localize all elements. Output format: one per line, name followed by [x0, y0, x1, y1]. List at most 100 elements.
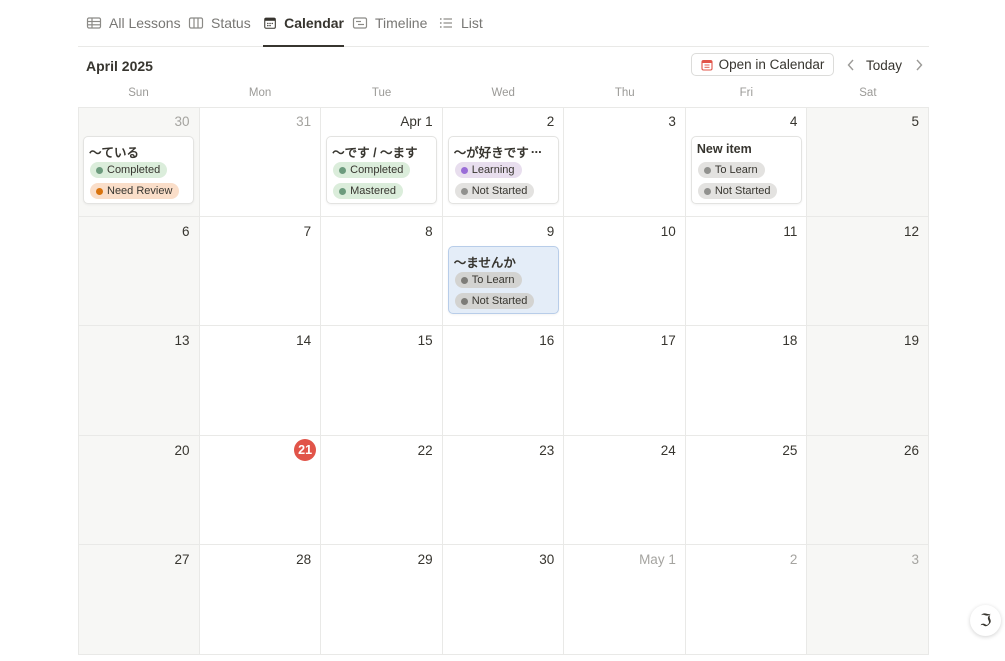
board-icon: [188, 17, 204, 29]
tab-list[interactable]: List: [438, 15, 483, 46]
day-cell[interactable]: Apr 1 〜です / 〜ます Completed Mastered: [321, 107, 443, 217]
event-title: 〜ませんか: [453, 255, 516, 270]
tab-all-lessons[interactable]: All Lessons: [86, 15, 181, 46]
day-cell[interactable]: May 1: [564, 545, 686, 655]
weekday-label: Tue: [371, 87, 392, 99]
status-tag-label: Completed: [107, 164, 161, 176]
weekday-label: Mon: [248, 87, 272, 99]
status-tag-label: Learning: [471, 164, 515, 176]
feedback-button[interactable]: ℑ: [970, 605, 1001, 636]
day-cell[interactable]: 30 〜ている Completed Need Review: [78, 107, 200, 217]
calendar-app-icon: [701, 59, 713, 71]
day-number: 20: [174, 442, 190, 458]
status-dot-icon: [703, 188, 711, 195]
day-cell[interactable]: 26: [807, 435, 929, 546]
status-tag-label: To Learn: [714, 164, 758, 176]
day-cell[interactable]: 16: [442, 326, 565, 436]
day-cell[interactable]: 10: [564, 216, 686, 327]
day-cell[interactable]: 9 〜ませんか To Learn Not Started: [442, 216, 565, 327]
day-cell[interactable]: 8: [321, 216, 443, 327]
more-options-icon[interactable]: ...: [531, 141, 542, 156]
day-number: 16: [539, 333, 555, 349]
tab-timeline[interactable]: Timeline: [352, 15, 427, 46]
day-number: 12: [903, 223, 919, 239]
day-number: 13: [174, 333, 190, 349]
status-tag: Completed: [90, 162, 168, 178]
day-cell[interactable]: 28: [199, 545, 322, 655]
day-cell[interactable]: 30: [442, 545, 565, 655]
day-cell[interactable]: 2 〜が好きです... Learning Not Started: [442, 107, 565, 217]
day-cell[interactable]: 31: [199, 107, 322, 217]
day-number: 22: [417, 442, 433, 458]
day-cell[interactable]: 2: [685, 545, 808, 655]
event-card[interactable]: 〜ている Completed Need Review: [83, 136, 194, 204]
day-number: May 1: [639, 552, 676, 568]
day-cell[interactable]: 7: [199, 216, 322, 327]
status-dot-icon: [460, 167, 468, 174]
day-cell[interactable]: 18: [685, 326, 808, 436]
day-number: 8: [425, 223, 433, 239]
day-cell[interactable]: 3: [807, 545, 929, 655]
day-cell[interactable]: 3: [564, 107, 686, 217]
event-card[interactable]: 〜です / 〜ます Completed Mastered: [326, 136, 438, 204]
previous-month-button[interactable]: [844, 57, 858, 73]
day-cell[interactable]: 22: [321, 435, 443, 546]
day-number: 3: [668, 114, 676, 129]
tab-status[interactable]: Status: [188, 15, 251, 46]
day-cell[interactable]: 14: [199, 326, 322, 436]
day-cell[interactable]: 21: [199, 435, 322, 546]
day-cell[interactable]: 24: [564, 435, 686, 546]
next-month-button[interactable]: [912, 57, 926, 73]
day-cell[interactable]: 25: [685, 435, 808, 546]
status-dot-icon: [96, 167, 103, 174]
day-cell[interactable]: 17: [564, 326, 686, 436]
status-dot-icon: [339, 188, 347, 195]
day-cell[interactable]: 19: [807, 326, 929, 436]
open-in-calendar-label: Open in Calendar: [718, 57, 825, 72]
status-dot-icon: [96, 188, 103, 195]
weekday-label: Wed: [491, 87, 515, 99]
day-number: 14: [296, 333, 312, 349]
day-number: 28: [296, 552, 312, 568]
day-number: 23: [539, 442, 555, 458]
chevron-left-icon: [847, 59, 854, 71]
day-cell[interactable]: 6: [78, 216, 200, 327]
status-dot-icon: [460, 297, 468, 305]
status-dot-icon: [460, 188, 468, 195]
day-number: 10: [660, 223, 676, 239]
status-tag: To Learn: [697, 162, 765, 178]
day-cell[interactable]: 15: [321, 326, 443, 436]
day-number: 24: [660, 442, 676, 458]
tab-calendar[interactable]: Calendar: [263, 15, 344, 47]
day-cell[interactable]: 29: [321, 545, 443, 655]
day-cell[interactable]: 27: [78, 545, 200, 655]
event-card[interactable]: New item To Learn Not Started: [690, 136, 802, 204]
event-title: 〜が好きです: [453, 146, 529, 160]
day-cell[interactable]: 4 New item To Learn Not Started: [685, 107, 808, 217]
day-cell[interactable]: 20: [78, 435, 200, 546]
status-tag-label: Mastered: [350, 185, 396, 197]
event-card[interactable]: 〜が好きです... Learning Not Started: [447, 136, 559, 204]
day-cell[interactable]: 11: [685, 216, 808, 327]
status-tag: Need Review: [90, 183, 180, 199]
timeline-icon: [352, 17, 368, 29]
today-button[interactable]: Today: [866, 58, 902, 73]
open-in-calendar-button[interactable]: Open in Calendar: [691, 53, 834, 76]
event-title: 〜です / 〜ます: [332, 146, 418, 160]
table-icon: [86, 17, 102, 29]
weekday-label: Thu: [614, 87, 635, 99]
status-dot-icon: [703, 167, 711, 174]
day-cell[interactable]: 23: [442, 435, 565, 546]
day-number: 26: [903, 442, 919, 458]
day-cell[interactable]: 12: [807, 216, 929, 327]
day-cell[interactable]: 13: [78, 326, 200, 436]
list-icon: [439, 18, 452, 28]
day-cell[interactable]: 5: [807, 107, 929, 217]
feedback-icon: ℑ: [979, 610, 992, 630]
status-tag: Completed: [333, 162, 411, 178]
day-number: 6: [182, 223, 190, 239]
event-card[interactable]: 〜ませんか To Learn Not Started: [447, 245, 559, 314]
status-tag-label: Not Started: [471, 185, 528, 197]
day-number: 7: [303, 223, 312, 239]
status-tag: Learning: [454, 162, 522, 178]
